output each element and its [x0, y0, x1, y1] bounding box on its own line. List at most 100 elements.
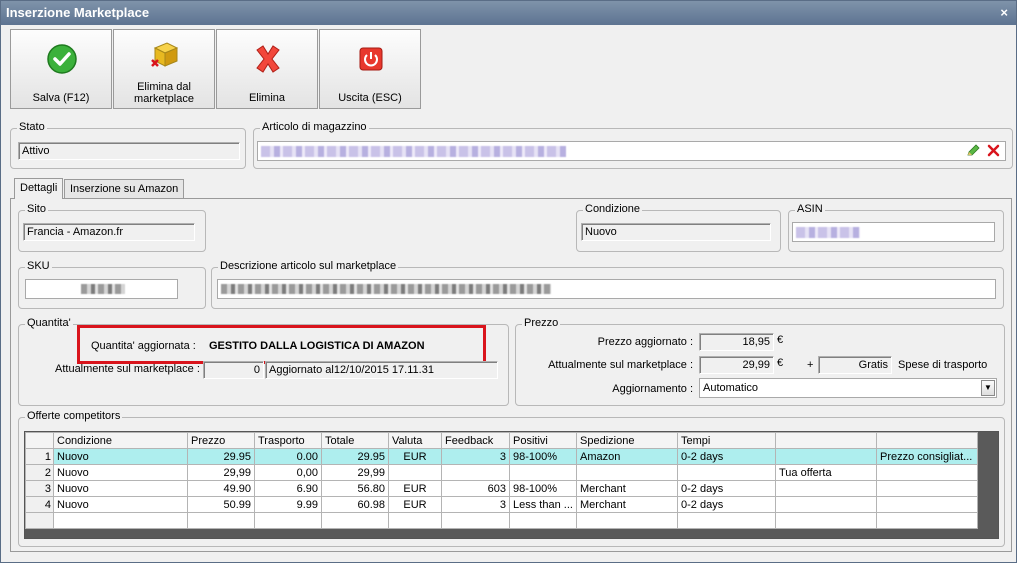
column-header[interactable]: Condizione — [53, 432, 188, 449]
table-cell — [677, 512, 776, 529]
delete-label: Elimina — [248, 92, 286, 104]
remove-from-marketplace-label: Elimina dal marketplace — [114, 81, 214, 105]
table-cell: Amazon — [576, 448, 678, 465]
offerte-title: Offerte competitors — [25, 410, 123, 422]
check-icon — [47, 44, 77, 74]
articolo-title: Articolo di magazzino — [260, 121, 369, 133]
articolo-field[interactable] — [257, 141, 1006, 161]
table-cell — [775, 480, 877, 497]
table-header-row: Condizione Prezzo Trasporto Totale Valut… — [25, 432, 978, 449]
prezzo-title: Prezzo — [522, 317, 561, 329]
table-cell — [876, 464, 978, 481]
aggiornamento-value: Automatico — [703, 382, 759, 394]
table-cell — [876, 480, 978, 497]
remove-label-line-1: Elimina dal — [137, 81, 191, 93]
title-bar: Inserzione Marketplace × — [1, 1, 1016, 25]
table-cell: Prezzo consigliat... — [876, 448, 978, 465]
window-title: Inserzione Marketplace — [6, 5, 150, 20]
asin-redacted-text — [796, 226, 860, 238]
remove-from-marketplace-button[interactable]: Elimina dal marketplace — [113, 29, 215, 109]
asin-field[interactable] — [792, 222, 995, 242]
table-cell: Tua offerta — [775, 464, 877, 481]
power-icon — [359, 47, 383, 71]
column-header[interactable]: Prezzo — [187, 432, 255, 449]
table-cell — [576, 464, 678, 481]
prezzo-updated-field: 18,95 — [699, 333, 774, 351]
save-button[interactable]: Salva (F12) — [10, 29, 112, 109]
table-row[interactable]: 4 Nuovo 50.99 9.99 60.98 EUR 3 Less than… — [25, 496, 978, 513]
table-row[interactable]: 3 Nuovo 49.90 6.90 56.80 EUR 603 98-100%… — [25, 480, 978, 497]
prezzo-current-currency: € — [777, 357, 784, 369]
table-cell: Merchant — [576, 496, 678, 513]
table-cell: 98-100% — [509, 480, 577, 497]
plus-sign: + — [807, 359, 814, 371]
column-header[interactable] — [876, 432, 978, 449]
aggiornamento-label: Aggiornamento : — [612, 383, 693, 395]
table-cell: EUR — [388, 448, 442, 465]
sku-title: SKU — [25, 260, 52, 272]
aggiornamento-select[interactable]: Automatico ▼ — [699, 378, 997, 398]
table-cell: 29.95 — [187, 448, 255, 465]
edit-pencil-icon[interactable] — [966, 144, 980, 158]
remove-label-line-2: marketplace — [134, 93, 194, 105]
table-cell — [509, 512, 577, 529]
table-cell: 603 — [441, 480, 510, 497]
table-cell — [775, 496, 877, 513]
table-cell: Less than ... — [509, 496, 577, 513]
row-index: 1 — [25, 448, 54, 465]
row-index — [25, 512, 54, 529]
column-header-index — [25, 432, 54, 449]
prezzo-updated-label: Prezzo aggiornato : — [597, 336, 693, 348]
quantita-updated-at: Aggiornato al12/10/2015 17.11.31 — [265, 361, 498, 379]
quantita-current-field: 0 — [203, 361, 264, 379]
clear-x-icon[interactable] — [987, 144, 1000, 157]
asin-title: ASIN — [795, 203, 825, 215]
tab-dettagli[interactable]: Dettagli — [14, 178, 64, 199]
table-cell: 56.80 — [321, 480, 389, 497]
delete-x-icon — [256, 45, 280, 73]
table-cell: EUR — [388, 480, 442, 497]
close-icon[interactable]: × — [1000, 1, 1008, 25]
table-row[interactable]: 2 Nuovo 29,99 0,00 29,99 Tua offerta — [25, 464, 978, 481]
save-label: Salva (F12) — [32, 92, 90, 104]
tab-inserzione-amazon[interactable]: Inserzione su Amazon — [64, 179, 185, 199]
table-cell — [187, 512, 255, 529]
table-cell: 98-100% — [509, 448, 577, 465]
column-header[interactable]: Valuta — [388, 432, 442, 449]
table-cell — [53, 512, 188, 529]
condizione-field: Nuovo — [581, 223, 771, 241]
table-cell: 0-2 days — [677, 480, 776, 497]
quantita-title: Quantita' — [25, 317, 73, 329]
column-header[interactable]: Positivi — [509, 432, 577, 449]
condizione-title: Condizione — [583, 203, 643, 215]
box-remove-icon — [151, 42, 179, 67]
prezzo-current-label: Attualmente sul marketplace : — [548, 359, 693, 371]
articolo-redacted-text — [261, 145, 566, 157]
sito-field: Francia - Amazon.fr — [23, 223, 195, 241]
column-header[interactable]: Trasporto — [254, 432, 322, 449]
table-cell: Nuovo — [53, 496, 188, 513]
table-cell — [509, 464, 577, 481]
table-cell — [388, 464, 442, 481]
competitors-grid[interactable]: Condizione Prezzo Trasporto Totale Valut… — [24, 431, 999, 539]
competitors-table: Condizione Prezzo Trasporto Totale Valut… — [25, 432, 978, 529]
exit-button[interactable]: Uscita (ESC) — [319, 29, 421, 109]
column-header[interactable]: Tempi — [677, 432, 776, 449]
prezzo-current-field: 29,99 — [699, 356, 774, 374]
sku-field[interactable] — [25, 279, 178, 299]
column-header[interactable] — [775, 432, 877, 449]
table-cell — [388, 512, 442, 529]
table-cell: Nuovo — [53, 480, 188, 497]
chevron-down-icon[interactable]: ▼ — [981, 380, 995, 396]
table-cell: 29,99 — [187, 464, 255, 481]
column-header[interactable]: Totale — [321, 432, 389, 449]
table-cell: 0-2 days — [677, 448, 776, 465]
table-row-empty[interactable] — [25, 512, 978, 529]
column-header[interactable]: Spedizione — [576, 432, 678, 449]
column-header[interactable]: Feedback — [441, 432, 510, 449]
delete-button[interactable]: Elimina — [216, 29, 318, 109]
table-cell — [441, 464, 510, 481]
table-row[interactable]: 1 Nuovo 29.95 0.00 29.95 EUR 3 98-100% A… — [25, 448, 978, 465]
descrizione-field[interactable] — [217, 279, 996, 299]
table-cell: Merchant — [576, 480, 678, 497]
